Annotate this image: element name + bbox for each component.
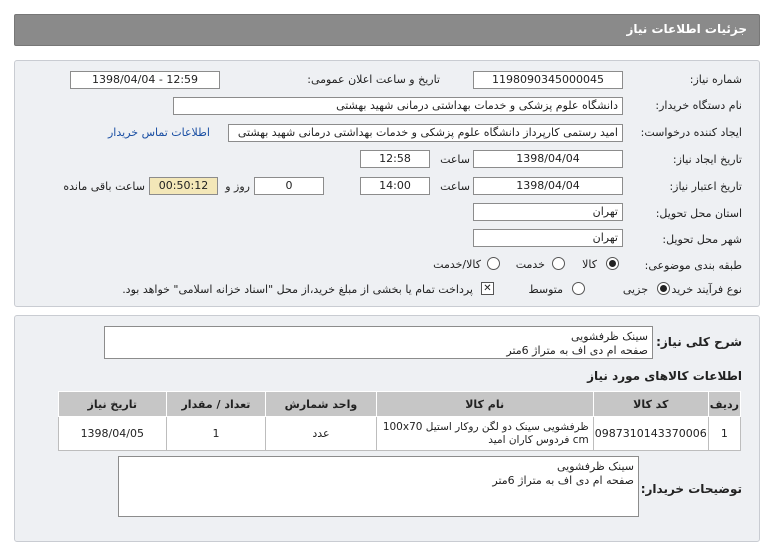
category-goods-service-label: کالا/خدمت xyxy=(433,258,481,271)
page-header: جزئیات اطلاعات نیاز xyxy=(14,14,760,46)
city-field: تهران xyxy=(473,229,623,247)
col-code: کد کالا xyxy=(592,391,709,417)
buyer-contact-link[interactable]: اطلاعات تماس خریدار xyxy=(108,126,210,139)
validity-date-field: 1398/04/04 xyxy=(473,177,623,195)
category-service-radio[interactable] xyxy=(552,257,565,270)
created-time-field: 12:58 xyxy=(360,150,430,168)
need-number-label: شماره نیاز: xyxy=(689,73,742,86)
treasury-payment-checkbox[interactable]: ✕ xyxy=(481,282,494,295)
purchase-type-label: نوع فرآیند خرید : xyxy=(664,283,742,296)
summary-line-2: صفحه ام دی اف به متراژ 6متر xyxy=(506,344,648,357)
remaining-label: ساعت باقی مانده xyxy=(63,180,145,193)
buyer-notes-textarea: سینک ظرفشویی صفحه ام دی اف به متراژ 6متر xyxy=(118,456,639,517)
purchase-minor-radio[interactable] xyxy=(657,282,670,295)
cell-code: 0987310143370006 xyxy=(592,416,709,451)
category-goods-service-radio[interactable] xyxy=(487,257,500,270)
days-label: روز و xyxy=(225,180,250,193)
cell-date: 1398/04/05 xyxy=(58,416,167,451)
need-number-field: 1198090345000045 xyxy=(473,71,623,89)
col-date: تاریخ نیاز xyxy=(58,391,167,417)
col-unit: واحد شمارش xyxy=(265,391,377,417)
days-field: 0 xyxy=(254,177,324,195)
items-table-header: ردیف کد کالا نام کالا واحد شمارش تعداد /… xyxy=(58,391,742,417)
purchase-minor-label: جزیی xyxy=(622,283,648,296)
requester-label: ایجاد کننده درخواست: xyxy=(640,126,742,139)
buyer-org-field: دانشگاه علوم پزشکی و خدمات بهداشتی درمان… xyxy=(173,97,623,115)
purchase-medium-label: متوسط xyxy=(528,283,563,296)
cell-row: 1 xyxy=(707,416,742,451)
city-label: شهر محل تحویل: xyxy=(662,233,742,246)
buyer-org-label: نام دستگاه خریدار: xyxy=(655,99,742,112)
announce-datetime-field: 1398/04/04 - 12:59 xyxy=(70,71,220,89)
page-title: جزئیات اطلاعات نیاز xyxy=(626,22,747,36)
validity-label: تاریخ اعتبار نیاز: xyxy=(669,180,742,193)
category-goods-label: کالا xyxy=(582,258,597,271)
validity-time-label: ساعت xyxy=(440,180,470,193)
province-field: تهران xyxy=(473,203,623,221)
category-service-label: خدمت xyxy=(515,258,545,271)
col-row: ردیف xyxy=(707,391,742,417)
summary-line-1: سینک ظرفشویی xyxy=(570,330,648,343)
category-goods-radio[interactable] xyxy=(606,257,619,270)
col-name: نام کالا xyxy=(375,391,594,417)
requester-field: امید رستمی کارپرداز دانشگاه علوم پزشکی و… xyxy=(228,124,623,142)
cell-qty: 1 xyxy=(165,416,267,451)
items-section-title: اطلاعات کالاهای مورد نیاز xyxy=(587,369,742,383)
col-qty: تعداد / مقدار xyxy=(165,391,267,417)
category-label: طبقه بندی موضوعی: xyxy=(644,259,742,272)
summary-label: شرح کلی نیاز: xyxy=(656,335,742,349)
created-time-label: ساعت xyxy=(440,153,470,166)
summary-textarea: سینک ظرفشویی صفحه ام دی اف به متراژ 6متر xyxy=(104,326,653,359)
buyer-notes-line-2: صفحه ام دی اف به متراژ 6متر xyxy=(492,474,634,487)
table-row: 1 0987310143370006 ظرفشویی سینک دو لگن ر… xyxy=(58,416,742,451)
validity-time-field: 14:00 xyxy=(360,177,430,195)
created-date-label: تاریخ ایجاد نیاز: xyxy=(672,153,742,166)
purchase-medium-radio[interactable] xyxy=(572,282,585,295)
buyer-notes-line-1: سینک ظرفشویی xyxy=(556,460,634,473)
created-date-field: 1398/04/04 xyxy=(473,150,623,168)
remaining-time-field: 00:50:12 xyxy=(149,177,218,195)
province-label: استان محل تحویل: xyxy=(655,207,742,220)
buyer-notes-label: توضیحات خریدار: xyxy=(640,482,742,496)
announce-label: تاریخ و ساعت اعلان عمومی: xyxy=(307,73,440,86)
items-table: ردیف کد کالا نام کالا واحد شمارش تعداد /… xyxy=(58,391,742,451)
cell-name: ظرفشویی سینک دو لگن روکار استیل 100x70 c… xyxy=(375,416,594,451)
treasury-payment-note: پرداخت تمام یا بخشی از مبلغ خرید،از محل … xyxy=(122,283,473,296)
cell-unit: عدد xyxy=(265,416,377,451)
